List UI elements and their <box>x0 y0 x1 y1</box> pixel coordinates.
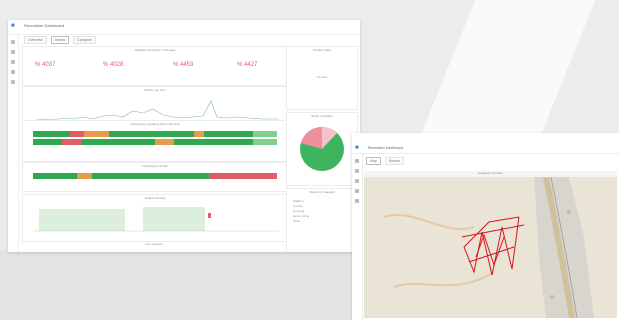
category-list-panel: Visitors by category Walking Cycling Run… <box>286 188 358 252</box>
stat-value: % 4427 <box>237 62 258 68</box>
category-list: Walking Cycling Running Horse riding Oth… <box>293 199 309 224</box>
dashboard-footer: Last updated <box>22 242 286 250</box>
background-shadow <box>0 250 360 320</box>
area-panel: Visitors per day <box>22 194 288 242</box>
tab-routes[interactable]: Routes <box>384 157 404 165</box>
category-list-title: Visitors by category <box>308 190 336 194</box>
stat-value: % 4037 <box>35 62 56 68</box>
dashboard-topbar: ■ Recreation Dashboard <box>8 20 360 35</box>
map-tabs: Map Routes <box>366 157 404 165</box>
map-topbar: ■ Recreation Dashboard <box>352 133 619 154</box>
sidebar-icon[interactable] <box>355 159 359 163</box>
map-title: Heatmap of routes <box>478 171 503 175</box>
bars1-title: Occupancy of parking lots in the area <box>130 122 180 126</box>
sidebar-icon[interactable] <box>355 179 359 183</box>
bars-panel-2: Occupancy of trails <box>22 162 288 192</box>
trail-bar <box>33 173 277 179</box>
apps-icon[interactable]: ■ <box>11 23 17 29</box>
bars-panel-1: Occupancy of parking lots in the area <box>22 120 288 162</box>
sidebar-icon[interactable] <box>11 40 15 44</box>
pie-chart <box>300 127 344 171</box>
apps-icon[interactable]: ■ <box>355 145 361 151</box>
map-sidebar <box>352 153 363 320</box>
sidebar-icon[interactable] <box>11 60 15 64</box>
sidebar-icon[interactable] <box>11 80 15 84</box>
stat-value: % 4028 <box>103 62 124 68</box>
sidebar-icon[interactable] <box>355 199 359 203</box>
area-chart <box>33 207 279 232</box>
footer-text: Last updated <box>145 242 163 246</box>
map-svg <box>364 177 617 318</box>
occupancy-bar <box>33 131 277 137</box>
sidebar-icon[interactable] <box>355 169 359 173</box>
bars2-title: Occupancy of trails <box>142 164 168 168</box>
pie-panel: Share of visitors <box>286 112 358 186</box>
list-item: Other <box>293 219 301 223</box>
occupancy-bar <box>33 139 277 145</box>
map-window-title: Recreation Dashboard <box>368 146 404 150</box>
dashboard-title: Recreation Dashboard <box>24 23 65 28</box>
sidebar-icon[interactable] <box>11 70 15 74</box>
dashboard-sidebar <box>8 34 19 252</box>
pie-title: Share of visitors <box>311 114 333 118</box>
sidebar-icon[interactable] <box>11 50 15 54</box>
current-value-title: Current value <box>312 48 331 52</box>
stats-panel: Statistics of visitors in the area % 403… <box>22 46 288 86</box>
current-value-panel: Current value No data <box>286 46 358 110</box>
tab-details[interactable]: Details <box>50 36 70 44</box>
map-window: ■ Recreation Dashboard Map Routes Heatma… <box>352 133 619 320</box>
tab-map[interactable]: Map <box>366 157 381 165</box>
dashboard-tabs: Overview Details Compare <box>24 36 96 44</box>
tab-overview[interactable]: Overview <box>24 36 47 44</box>
map-canvas[interactable] <box>364 177 617 318</box>
stats-title: Statistics of visitors in the area <box>134 48 176 52</box>
sidebar-icon[interactable] <box>355 189 359 193</box>
current-value-text: No data <box>316 75 328 79</box>
dashboard-window: ■ Recreation Dashboard Overview Details … <box>8 20 360 252</box>
tab-compare[interactable]: Compare <box>73 36 96 44</box>
stat-value: % 4453 <box>173 62 194 68</box>
